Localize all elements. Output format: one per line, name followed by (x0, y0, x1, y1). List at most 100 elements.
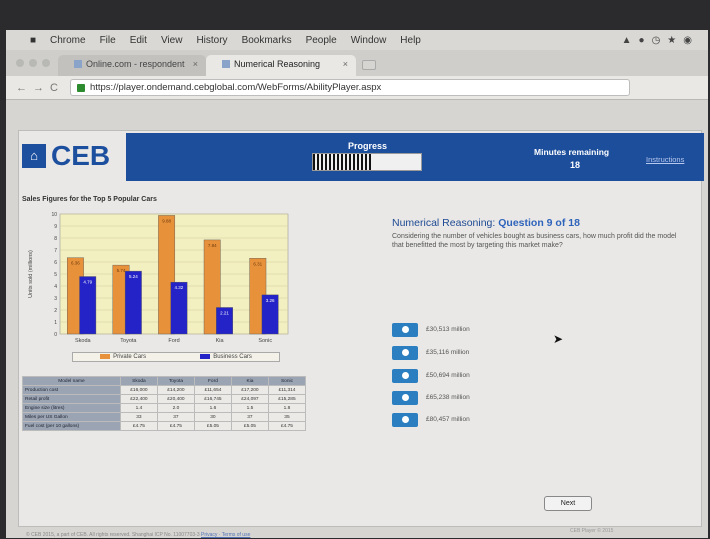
question-number: Question 9 of 18 (498, 217, 580, 229)
y-axis-label: Units sold (millions) (28, 250, 34, 298)
y-tick-label: 0 (54, 332, 57, 338)
tab-numerical-reasoning[interactable]: Numerical Reasoning × (206, 55, 356, 76)
radio-button[interactable] (392, 322, 418, 337)
tab-strip: Online.com - respondent × Numerical Reas… (6, 50, 708, 76)
lock-icon (76, 83, 85, 92)
bar-value-label: 7.84 (208, 243, 217, 248)
tab-close-icon[interactable]: × (193, 59, 198, 69)
row-label: Production cost (22, 385, 121, 395)
zoom-window-icon[interactable] (42, 59, 50, 67)
minimize-window-icon[interactable] (29, 59, 37, 67)
chart-title: Sales Figures for the Top 5 Popular Cars (22, 196, 157, 203)
ceb-building-icon: ⌂ (22, 144, 46, 168)
clock-icon[interactable]: ◷ (652, 35, 661, 46)
cloud-icon[interactable]: ● (639, 35, 645, 46)
tab-label: Online.com - respondent (86, 59, 185, 69)
bar-value-label: 9.88 (162, 218, 171, 223)
next-button[interactable]: Next (544, 496, 592, 511)
table-cell: 33 (119, 412, 158, 422)
footer-right-text: CEB Player © 2015 (570, 528, 614, 534)
answer-label: £35,116 million (426, 349, 470, 356)
instructions-link[interactable]: Instructions (646, 155, 684, 164)
bar-value-label: 5.74 (117, 268, 126, 273)
table-cell: £22,400 (119, 394, 158, 404)
table-cell: £16,745 (193, 394, 232, 404)
reload-icon[interactable]: C (50, 82, 64, 94)
y-tick-label: 2 (54, 308, 57, 314)
table-cell: £20,400 (156, 394, 195, 404)
table-cell: £17,200 (230, 385, 269, 395)
bar-value-label: 4.32 (175, 285, 184, 290)
photo-background: ■ Chrome File Edit View History Bookmark… (0, 0, 710, 539)
question-text: Considering the number of vehicles bough… (392, 233, 677, 249)
answer-option[interactable]: £50,694 million (392, 368, 470, 383)
table-cell: £16,000 (119, 385, 158, 395)
radio-dot-icon (401, 326, 409, 333)
row-label: Engine size (litres) (22, 403, 121, 413)
radio-button[interactable] (392, 412, 418, 427)
menu-view[interactable]: View (161, 35, 183, 46)
y-tick-label: 7 (54, 248, 57, 254)
table-cell: 1.6 (193, 403, 232, 413)
table-row: Miles per US Gallon 33 37 30 37 35 (22, 412, 307, 422)
y-tick-label: 4 (54, 284, 57, 290)
menu-edit[interactable]: Edit (130, 35, 147, 46)
table-header: Skoda (119, 376, 158, 386)
radio-button[interactable] (392, 345, 418, 360)
table-row: Fuel cost (per 10 gallons) £4.75 £4.75 £5.0… (22, 421, 307, 431)
dropbox-icon[interactable]: ▲ (622, 35, 632, 46)
menu-file[interactable]: File (100, 35, 116, 46)
table-cell: £11,314 (267, 385, 307, 395)
forward-arrow-icon[interactable]: → (33, 82, 50, 94)
bar-business (124, 270, 142, 335)
table-row: Engine size (litres) 1.4 2.0 1.6 1.5 1.8 (22, 403, 307, 413)
table-cell: 37 (156, 412, 195, 422)
menu-history[interactable]: History (196, 35, 227, 46)
radio-button[interactable] (392, 390, 418, 405)
legend-label-business: Business Cars (213, 354, 252, 360)
bar-value-label: 5.24 (129, 274, 138, 279)
table-cell: £4.75 (119, 421, 158, 431)
answer-label: £30,513 million (426, 326, 470, 333)
menu-people[interactable]: People (306, 35, 337, 46)
y-tick-label: 9 (54, 224, 57, 230)
radio-dot-icon (401, 372, 409, 379)
minutes-remaining-value: 18 (570, 160, 581, 170)
header-banner: Progress Minutes remaining 18 Instructio… (126, 133, 704, 181)
web-page: ⌂ CEB Progress Minutes remaining 18 Inst… (6, 100, 708, 538)
tab-close-icon[interactable]: × (343, 59, 348, 69)
menu-help[interactable]: Help (400, 35, 421, 46)
menu-window[interactable]: Window (351, 35, 387, 46)
tab-online[interactable]: Online.com - respondent × (58, 55, 206, 76)
radio-button[interactable] (392, 368, 418, 383)
table-cell: 35 (267, 412, 307, 422)
y-tick-label: 6 (54, 260, 57, 266)
menu-bookmarks[interactable]: Bookmarks (242, 35, 292, 46)
table-cell: 2.0 (156, 403, 195, 413)
answer-label: £65,238 million (426, 394, 470, 401)
footer-links[interactable]: Privacy · Terms of use (201, 532, 250, 538)
url-text: https://player.ondemand.cebglobal.com/We… (89, 82, 382, 93)
car-data-table: Model name Skoda Toyota Ford Kia Sonic P… (22, 376, 307, 431)
answer-label: £50,694 million (426, 372, 470, 379)
apple-menu-icon[interactable]: ■ (26, 35, 40, 46)
wifi-icon[interactable]: ◉ (683, 35, 692, 46)
bar-value-label: 6.31 (253, 261, 262, 266)
back-arrow-icon[interactable]: ← (16, 82, 33, 94)
bluetooth-icon[interactable]: ★ (667, 35, 676, 46)
answer-option[interactable]: £35,116 million (392, 345, 469, 360)
new-tab-button[interactable] (362, 60, 376, 70)
close-window-icon[interactable] (16, 59, 24, 67)
answer-option[interactable]: £30,513 million (392, 322, 470, 337)
x-tick-label: Toyota (120, 338, 137, 344)
progress-bar (312, 153, 422, 171)
table-header: Toyota (156, 376, 195, 386)
menu-app[interactable]: Chrome (50, 35, 86, 46)
table-cell: 1.4 (119, 403, 158, 413)
window-controls (16, 59, 50, 67)
answer-option[interactable]: £80,457 million (392, 412, 470, 427)
answer-option[interactable]: £65,238 million (392, 390, 470, 405)
table-cell: 37 (230, 412, 269, 422)
radio-dot-icon (401, 394, 409, 401)
address-bar[interactable]: https://player.ondemand.cebglobal.com/We… (69, 79, 630, 96)
